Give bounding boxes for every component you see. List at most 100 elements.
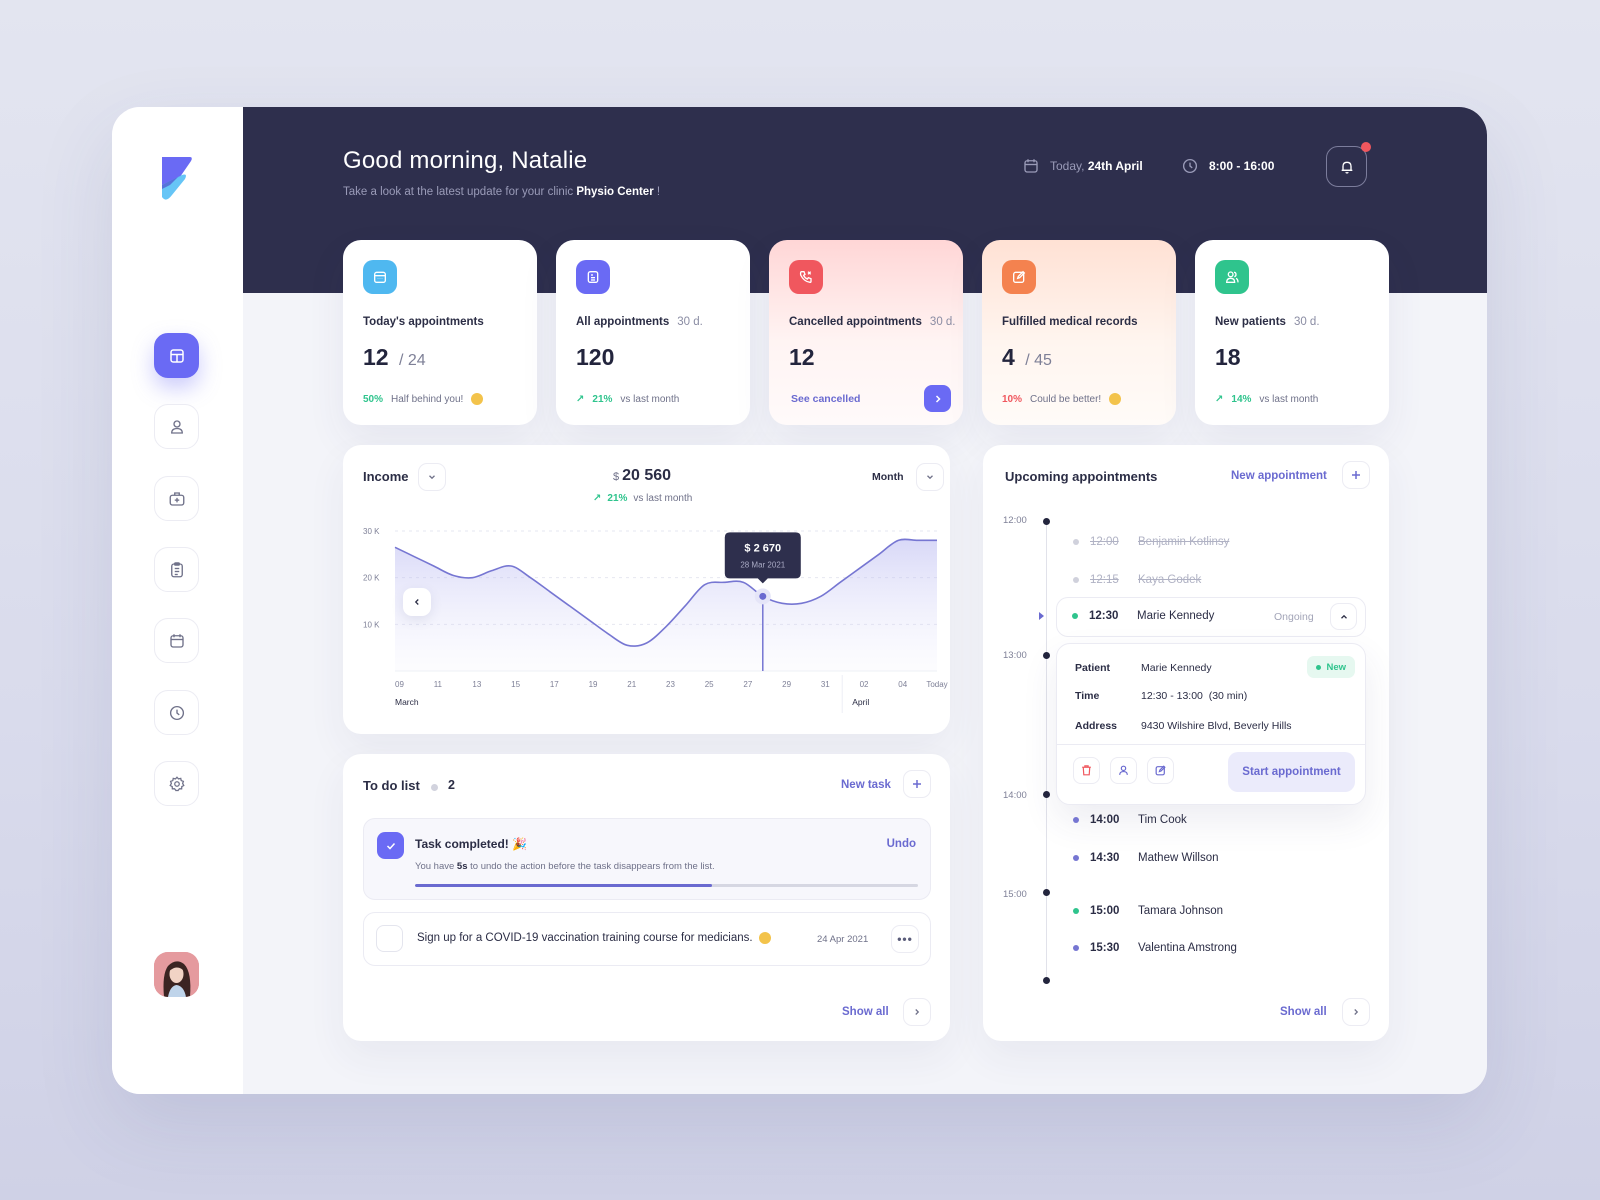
avatar-portrait [154,952,199,997]
timeline-dot [1043,652,1050,659]
notifications-button[interactable] [1326,142,1371,187]
appointment-ongoing[interactable]: 12:30 Marie Kennedy Ongoing [1056,597,1366,637]
y-tick-label: 20 K [363,574,380,583]
add-appointment-button[interactable] [1342,461,1370,489]
sidebar-item-dashboard[interactable] [154,333,199,378]
sidebar-item-medical[interactable] [154,476,199,521]
income-chart[interactable]: 10 K 20 K 30 K 09 11 13 15 17 19 21 23 25 27 29 31 02 0… [343,445,950,734]
stat-title: New patients 30 d. [1215,316,1369,328]
chevron-right-icon [915,1009,920,1015]
appointment-item[interactable]: 12:00 Benjamin Kotlinsy [1073,536,1229,548]
stat-card-medical-records[interactable]: Fulfilled medical records 4 / 45 10% Cou… [982,240,1176,425]
x-tick-label: 15 [511,680,520,689]
todo-item[interactable]: Sign up for a COVID-19 vaccination train… [363,912,931,966]
sidebar-item-history[interactable] [154,690,199,735]
show-all-tasks-link[interactable]: Show all [842,1006,889,1018]
stat-percent: 14% [1231,394,1252,405]
todo-text: Sign up for a COVID-19 vaccination train… [417,932,771,944]
stat-value: 4 / 45 [1002,344,1156,371]
show-all-appointments-button[interactable] [1342,998,1370,1026]
sidebar-item-patients[interactable] [154,404,199,449]
highlight-point[interactable] [759,592,767,600]
appointment-item[interactable]: 15:00 Tamara Johnson [1073,905,1223,917]
timeline-dot [1043,518,1050,525]
stat-footer: ↗ 21% vs last month [576,394,679,405]
add-task-button[interactable] [903,770,931,798]
sidebar-item-calendar[interactable] [154,618,199,663]
stat-value: 18 [1215,344,1241,370]
sidebar-item-records[interactable] [154,547,199,592]
x-tick-label: 27 [743,680,752,689]
stat-title: Cancelled appointments 30 d. [789,316,956,328]
app-logo[interactable] [158,155,194,203]
timeline-line [1046,522,1047,977]
edit-appointment-button[interactable] [1147,757,1174,784]
user-avatar[interactable] [154,952,199,997]
todo-panel: To do list 2 New task Task completed! 🎉 … [343,754,950,1041]
appointment-item[interactable]: 14:00 Tim Cook [1073,814,1187,826]
detail-label: Address [1075,720,1118,732]
tooltip-value: $ 2 670 [744,542,781,554]
undo-button[interactable]: Undo [887,838,916,850]
completed-title-text: Task completed! [415,837,509,851]
new-appointment-link[interactable]: New appointment [1231,470,1327,482]
stat-title-text: New patients [1215,316,1286,328]
detail-address: Address 9430 Wilshire Blvd, Beverly Hills [1075,720,1292,732]
new-task-link[interactable]: New task [841,779,891,791]
date-prefix: Today, [1050,159,1085,173]
stat-title-text: Cancelled appointments [789,316,922,328]
timeline-dot [1043,791,1050,798]
see-cancelled-link[interactable]: See cancelled [791,393,860,405]
document-icon [576,260,610,294]
appointment-item[interactable]: 15:30 Valentina Amstrong [1073,942,1237,954]
stat-total: / 24 [398,352,426,369]
timeline-dot [1043,889,1050,896]
show-all-tasks-button[interactable] [903,998,931,1026]
appointment-item[interactable]: 14:30 Mathew Willson [1073,852,1219,864]
desc-prefix: You have [415,861,455,872]
appointment-name: Valentina Amstrong [1138,942,1237,954]
x-tick-label: 31 [821,680,830,689]
neutral-emoji-icon [1109,393,1122,405]
stat-title: Fulfilled medical records [1002,316,1138,328]
sidebar-item-settings[interactable] [154,761,199,806]
more-options-button[interactable]: ••• [891,925,919,953]
appointment-name: Kaya Godek [1138,574,1202,586]
upcoming-title: Upcoming appointments [1005,469,1158,484]
stat-card-new-patients[interactable]: New patients 30 d. 18 ↗ 14% vs last month [1195,240,1389,425]
task-checkbox[interactable] [376,925,403,952]
appointment-time: 12:30 [1089,610,1119,622]
start-appointment-button[interactable]: Start appointment [1228,752,1355,792]
stat-card-cancelled-appointments[interactable]: Cancelled appointments 30 d. 12 See cance… [769,240,963,425]
show-all-appointments-link[interactable]: Show all [1280,1006,1327,1018]
appointment-time: 15:00 [1090,905,1120,917]
date-value: 24th April [1087,159,1143,173]
patient-profile-button[interactable] [1110,757,1137,784]
collapse-button[interactable] [1330,603,1357,630]
delete-appointment-button[interactable] [1073,757,1100,784]
appointment-item[interactable]: 12:15 Kaya Godek [1073,574,1201,586]
stat-note: vs last month [1259,394,1319,405]
stat-card-todays-appointments[interactable]: Today's appointments 12 / 24 50% Half be… [343,240,537,425]
plus-icon [1352,471,1360,479]
todo-text-value: Sign up for a COVID-19 vaccination train… [417,932,753,944]
stat-card-all-appointments[interactable]: All appointments 30 d. 120 ↗ 21% vs last … [556,240,750,425]
subtitle-suffix: ! [653,186,661,198]
stat-footer: 10% Could be better! [1002,393,1122,405]
subtitle-text: Take a look at the latest update for you… [343,186,574,198]
task-checkbox-checked[interactable] [377,832,404,859]
stat-title: Today's appointments [363,316,484,328]
plus-icon [913,780,921,788]
chart-prev-button[interactable] [403,588,431,616]
calendar-icon [363,260,397,294]
stat-percent: 50% [363,393,384,405]
detail-label: Patient [1075,662,1111,674]
notification-badge [1361,142,1371,152]
see-cancelled-button[interactable] [924,385,951,412]
edit-icon [1002,260,1036,294]
x-tick-label: 17 [550,680,559,689]
appointment-time: 14:30 [1090,852,1120,864]
users-icon [1215,260,1249,294]
month-label: April [852,697,869,707]
status-dot [1073,539,1079,545]
